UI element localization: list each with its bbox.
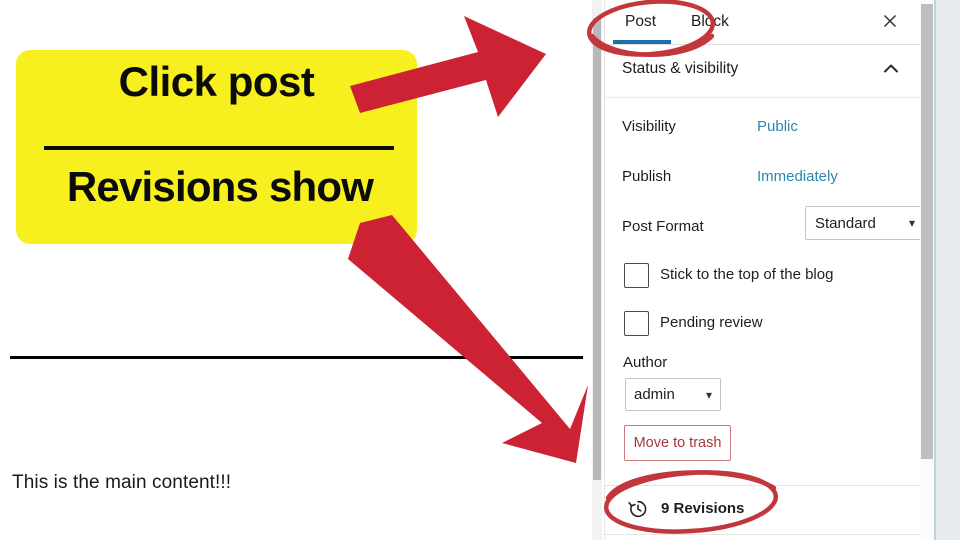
- author-label: Author: [623, 354, 668, 371]
- browser-scrollbar-thumb[interactable]: [921, 4, 933, 459]
- visibility-label: Visibility: [622, 118, 676, 135]
- author-select[interactable]: admin ▾: [625, 378, 721, 411]
- browser-edge-line: [934, 0, 936, 540]
- callout-line-1: Click post: [118, 58, 315, 105]
- active-tab-indicator: [613, 40, 671, 44]
- status-and-visibility-section-header[interactable]: Status & visibility: [605, 45, 921, 98]
- callout-divider: [44, 146, 394, 150]
- revisions-row[interactable]: 9 Revisions: [605, 486, 921, 534]
- checkbox-pending-review[interactable]: Pending review: [605, 306, 921, 346]
- screenshot-root: This is the main content!!! Click post R…: [0, 0, 960, 540]
- post-format-select[interactable]: Standard ▾: [805, 206, 925, 240]
- post-settings-sidebar: Post Block Status & visibility Visibilit…: [604, 0, 925, 540]
- row-publish: Publish Immediately: [605, 156, 921, 200]
- post-format-selected-value: Standard: [815, 214, 876, 232]
- sidebar-tab-bar: Post Block: [605, 0, 921, 45]
- checkbox-sticky-label: Stick to the top of the blog: [660, 266, 834, 283]
- sidebar-separator-bottom: [605, 534, 921, 535]
- post-format-label: Post Format: [622, 218, 704, 235]
- move-to-trash-button[interactable]: Move to trash: [624, 425, 731, 461]
- callout-line-2: Revisions show: [66, 163, 374, 210]
- content-divider: [10, 356, 583, 359]
- checkbox-pending-box[interactable]: [624, 311, 649, 336]
- chevron-down-icon: ▾: [908, 216, 915, 230]
- editor-scrollbar[interactable]: [592, 0, 602, 540]
- tab-block[interactable]: Block: [683, 8, 737, 36]
- checkbox-sticky-box[interactable]: [624, 263, 649, 288]
- checkbox-sticky-post[interactable]: Stick to the top of the blog: [605, 258, 921, 298]
- section-title: Status & visibility: [622, 60, 739, 77]
- checkbox-pending-label: Pending review: [660, 314, 763, 331]
- revisions-label: 9 Revisions: [661, 500, 745, 517]
- close-icon: [883, 14, 897, 28]
- chevron-up-icon: [880, 58, 902, 80]
- close-sidebar-button[interactable]: [875, 6, 905, 36]
- visibility-value-button[interactable]: Public: [757, 118, 798, 135]
- main-content-paragraph[interactable]: This is the main content!!!: [12, 470, 432, 496]
- tab-post[interactable]: Post: [617, 8, 664, 36]
- history-clock-icon: [627, 498, 649, 520]
- publish-label: Publish: [622, 168, 672, 185]
- publish-value-button[interactable]: Immediately: [757, 168, 838, 185]
- row-visibility: Visibility Public: [605, 106, 921, 150]
- browser-right-gutter: [936, 0, 960, 540]
- author-selected-value: admin: [634, 386, 675, 403]
- editor-scrollbar-thumb[interactable]: [593, 18, 601, 480]
- chevron-down-icon: ▾: [705, 387, 712, 402]
